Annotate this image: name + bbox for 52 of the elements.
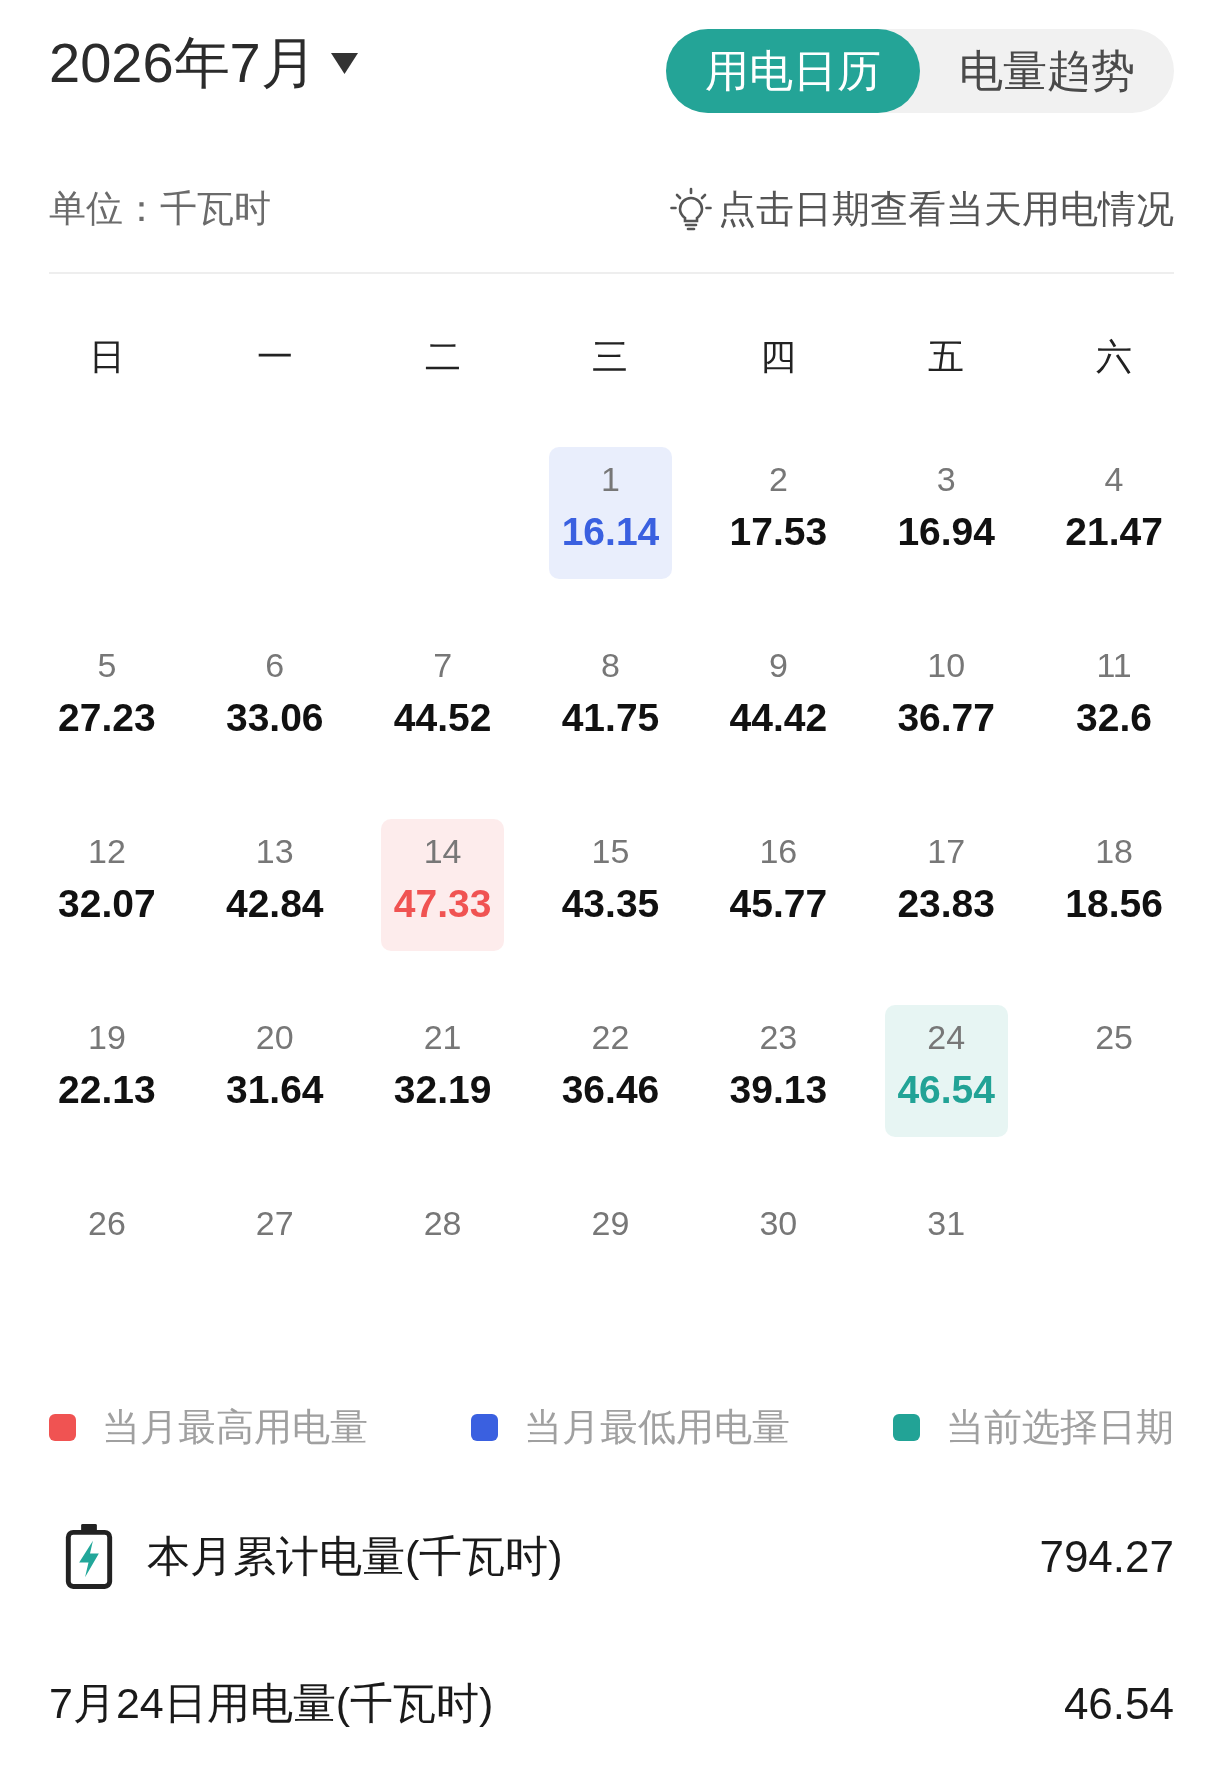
summary-value: 794.27	[1039, 1531, 1174, 1582]
date-cell[interactable]: 12 32.07	[45, 819, 169, 951]
date-cell[interactable]: 26	[45, 1191, 169, 1323]
legend-label: 当前选择日期	[946, 1404, 1174, 1450]
date-cell[interactable]: 15 43.35	[549, 819, 672, 951]
battery-icon	[65, 1524, 113, 1589]
date-cell[interactable]: 29	[549, 1191, 672, 1323]
summary-value: 46.54	[1063, 1679, 1174, 1729]
date-cell[interactable]: 16 45.77	[716, 819, 840, 951]
date-cell[interactable]: 21 32.19	[381, 1005, 505, 1137]
date-cell[interactable]: 17 23.83	[884, 819, 1008, 951]
date-cell[interactable]: 10 36.77	[884, 633, 1008, 765]
date-cell[interactable]: 8 41.75	[549, 633, 672, 765]
date-cell[interactable]: 6 33.06	[213, 633, 337, 765]
date-cell[interactable]: 18 18.56	[1052, 819, 1176, 951]
date-cell[interactable]: 22 36.46	[549, 1005, 672, 1137]
date-cell[interactable]: 19 22.13	[45, 1005, 169, 1137]
date-cell[interactable]: 3 16.94	[884, 447, 1008, 579]
date-cell[interactable]: 9 44.42	[716, 633, 840, 765]
caret-icon	[330, 52, 358, 74]
legend-label: 当月最低用电量	[524, 1404, 790, 1450]
weekday-label: 六	[1096, 339, 1133, 375]
month-picker[interactable]: 2026年7月	[49, 35, 358, 91]
hint-text: 点击日期查看当天用电情况	[718, 186, 1174, 232]
unit-label: 单位：千瓦时	[49, 187, 271, 231]
date-cell[interactable]: 30	[716, 1191, 840, 1323]
lightbulb-icon	[670, 187, 712, 231]
date-cell[interactable]: 13 42.84	[213, 819, 337, 951]
date-cell[interactable]: 28	[381, 1191, 505, 1323]
date-cell[interactable]: 23 39.13	[716, 1005, 840, 1137]
date-cell[interactable]: 20 31.64	[213, 1005, 337, 1137]
date-cell[interactable]: 31	[884, 1191, 1008, 1323]
view-tab[interactable]: 电量趋势	[920, 29, 1174, 113]
summary-label: 本月累计电量(千瓦时)	[147, 1530, 564, 1582]
weekday-label: 二	[424, 339, 461, 375]
date-cell[interactable]: 4 21.47	[1052, 447, 1176, 579]
date-cell[interactable]: 14 47.33	[381, 819, 505, 951]
weekday-label: 三	[592, 339, 629, 375]
weekday-label: 日	[88, 339, 125, 375]
weekday-label: 四	[760, 339, 797, 375]
weekday-label: 五	[928, 339, 965, 375]
legend-label: 当月最高用电量	[102, 1404, 368, 1450]
date-cell[interactable]: 2 17.53	[716, 447, 840, 579]
date-cell[interactable]: 11 32.6	[1052, 633, 1176, 765]
date-cell[interactable]: 1 16.14	[549, 447, 672, 579]
date-cell[interactable]: 5 27.23	[45, 633, 169, 765]
weekday-label: 一	[256, 339, 293, 375]
date-cell[interactable]: 25	[1052, 1005, 1176, 1137]
date-cell[interactable]: 7 44.52	[381, 633, 505, 765]
date-cell[interactable]: 27	[213, 1191, 337, 1323]
summary-label: 7月24日用电量(千瓦时)	[49, 1678, 495, 1729]
date-cell[interactable]: 24 46.54	[884, 1005, 1008, 1137]
